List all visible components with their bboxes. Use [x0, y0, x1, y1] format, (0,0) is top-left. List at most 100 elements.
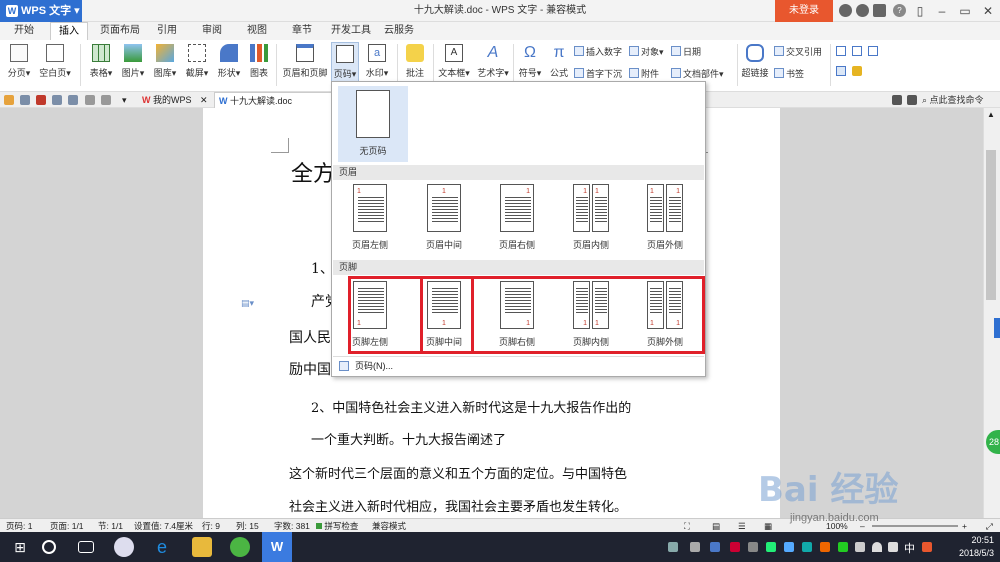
tray-app-icon[interactable] [766, 542, 776, 552]
tab-chapter[interactable]: 章节 [287, 22, 317, 40]
scroll-up-icon[interactable]: ▲ [987, 110, 995, 119]
close-tab-icon[interactable]: ✕ [200, 92, 208, 108]
display-icon[interactable] [892, 95, 902, 105]
export-pdf-icon[interactable] [36, 95, 46, 105]
checkbox-field-icon[interactable] [868, 46, 878, 56]
design-mode-icon[interactable] [836, 66, 846, 76]
outline-view-icon[interactable]: ☰ [738, 519, 746, 533]
wechat-icon[interactable] [838, 542, 848, 552]
wifi-icon[interactable] [872, 542, 882, 552]
tray-app-icon[interactable] [730, 542, 740, 552]
tab-my-wps[interactable]: W 我的WPS [138, 92, 208, 108]
scrollbar-thumb[interactable] [986, 150, 996, 300]
insert-number-button[interactable]: 插入数字 [574, 44, 622, 60]
windows-start-icon[interactable]: ⊞ [10, 537, 30, 557]
fullscreen-icon[interactable]: ⛶ [684, 519, 690, 533]
side-panel-toggle[interactable] [994, 318, 1000, 338]
formula-button[interactable]: π 公式 [547, 42, 571, 86]
tab-review[interactable]: 审阅 [197, 22, 227, 40]
shape-button[interactable]: 形状▾ [214, 42, 244, 86]
paragraph-marker-icon[interactable]: ▤▾ [241, 298, 254, 309]
tray-app-icon[interactable] [802, 542, 812, 552]
tray-app-icon[interactable] [710, 542, 720, 552]
form-icon[interactable] [836, 46, 846, 56]
option-no-page-number[interactable]: 无页码 [338, 86, 408, 162]
minimize-button[interactable]: – [930, 0, 954, 22]
restore-ribbon-icon[interactable]: ▯ [908, 0, 932, 22]
search-icon[interactable] [42, 540, 56, 554]
fit-width-icon[interactable]: ⤢ [986, 519, 993, 533]
system-clock[interactable]: 20:51 2018/5/3 [959, 534, 994, 560]
status-spell-check[interactable]: 拼写检查 [316, 519, 358, 533]
collapse-ribbon-icon[interactable] [907, 95, 917, 105]
skin-icon[interactable] [839, 4, 852, 17]
blank-page-button[interactable]: 空白页▾ [36, 42, 74, 86]
tray-app-icon[interactable] [748, 542, 758, 552]
page-view-icon[interactable]: ▤ [712, 519, 720, 533]
tab-cloud[interactable]: 云服务 [380, 22, 418, 40]
tab-home[interactable]: 开始 [8, 22, 40, 40]
screenshot-button[interactable]: 截屏▾ [182, 42, 212, 86]
login-button[interactable]: 未登录 [775, 0, 833, 22]
comment-button[interactable]: 批注 [401, 42, 429, 86]
tab-document[interactable]: W 十九大解读.doc [214, 92, 332, 108]
tray-app-icon[interactable] [820, 542, 830, 552]
ime-indicator[interactable]: 中 [904, 540, 915, 556]
attachment-button[interactable]: 附件 [629, 66, 659, 82]
zoom-in-icon[interactable]: + [962, 519, 967, 533]
redo-icon[interactable] [101, 95, 111, 105]
edge-browser-icon[interactable]: e [152, 537, 172, 557]
form-field-icon[interactable] [852, 46, 862, 56]
option-header-right[interactable]: 1 页眉右侧 [485, 180, 549, 256]
bluetooth-icon[interactable] [784, 542, 794, 552]
lock-icon[interactable] [852, 66, 862, 76]
undo-icon[interactable] [85, 95, 95, 105]
open-icon[interactable] [4, 95, 14, 105]
page-number-settings-item[interactable]: 页码(N)... [333, 356, 704, 374]
volume-icon[interactable] [888, 542, 898, 552]
picture-button[interactable]: 图片▾ [118, 42, 148, 86]
watermark-button[interactable]: a 水印▾ [362, 42, 392, 86]
wordart-button[interactable]: A 艺术字▾ [475, 42, 511, 86]
option-header-left[interactable]: 1 页眉左侧 [338, 180, 402, 256]
tab-developer[interactable]: 开发工具 [330, 22, 372, 40]
notification-app-icon[interactable] [922, 542, 932, 552]
close-button[interactable]: ✕ [976, 0, 1000, 22]
save-icon[interactable] [20, 95, 30, 105]
cross-ref-button[interactable]: 交叉引用 [774, 44, 822, 60]
print-icon[interactable] [52, 95, 62, 105]
battery-icon[interactable] [855, 542, 865, 552]
app-menu-button[interactable]: W WPS 文字 ▾ [0, 0, 82, 22]
web-view-icon[interactable]: ▦ [764, 519, 772, 533]
textbox-button[interactable]: A 文本框▾ [437, 42, 471, 86]
feedback-icon[interactable] [856, 4, 869, 17]
gallery-button[interactable]: 图库▾ [150, 42, 180, 86]
status-word-count[interactable]: 字数: 381 [274, 519, 310, 533]
doc-parts-button[interactable]: 文档部件▾ [671, 66, 724, 82]
zoom-slider[interactable] [872, 525, 958, 527]
file-explorer-icon[interactable] [192, 537, 212, 557]
drop-cap-button[interactable]: 首字下沉 [574, 66, 622, 82]
share-icon[interactable] [873, 4, 886, 17]
page-number-button[interactable]: 页码▾ [331, 42, 359, 86]
maximize-button[interactable]: ▭ [953, 0, 977, 22]
chart-button[interactable]: 图表 [246, 42, 272, 86]
page-break-button[interactable]: 分页▾ [4, 42, 34, 86]
wps-writer-icon[interactable]: W [262, 532, 292, 562]
date-button[interactable]: 日期 [671, 44, 701, 60]
option-header-outer[interactable]: 1 1 页眉外侧 [633, 180, 697, 256]
tray-chevron-icon[interactable] [690, 542, 700, 552]
object-button[interactable]: 对象▾ [629, 44, 664, 60]
table-button[interactable]: 表格▾ [86, 42, 116, 86]
tab-page-layout[interactable]: 页面布局 [96, 22, 144, 40]
command-search[interactable]: ⌕ 点此查找命令 [922, 92, 984, 108]
task-view-icon[interactable] [78, 541, 94, 553]
symbol-button[interactable]: Ω 符号▾ [516, 42, 544, 86]
tab-references[interactable]: 引用 [152, 22, 182, 40]
fan-app-icon[interactable] [114, 537, 134, 557]
customize-dropdown-icon[interactable]: ▾ [122, 92, 127, 108]
option-header-inner[interactable]: 1 1 页眉内侧 [559, 180, 623, 256]
print-preview-icon[interactable] [68, 95, 78, 105]
tab-view[interactable]: 视图 [242, 22, 272, 40]
help-icon[interactable]: ? [893, 4, 906, 17]
